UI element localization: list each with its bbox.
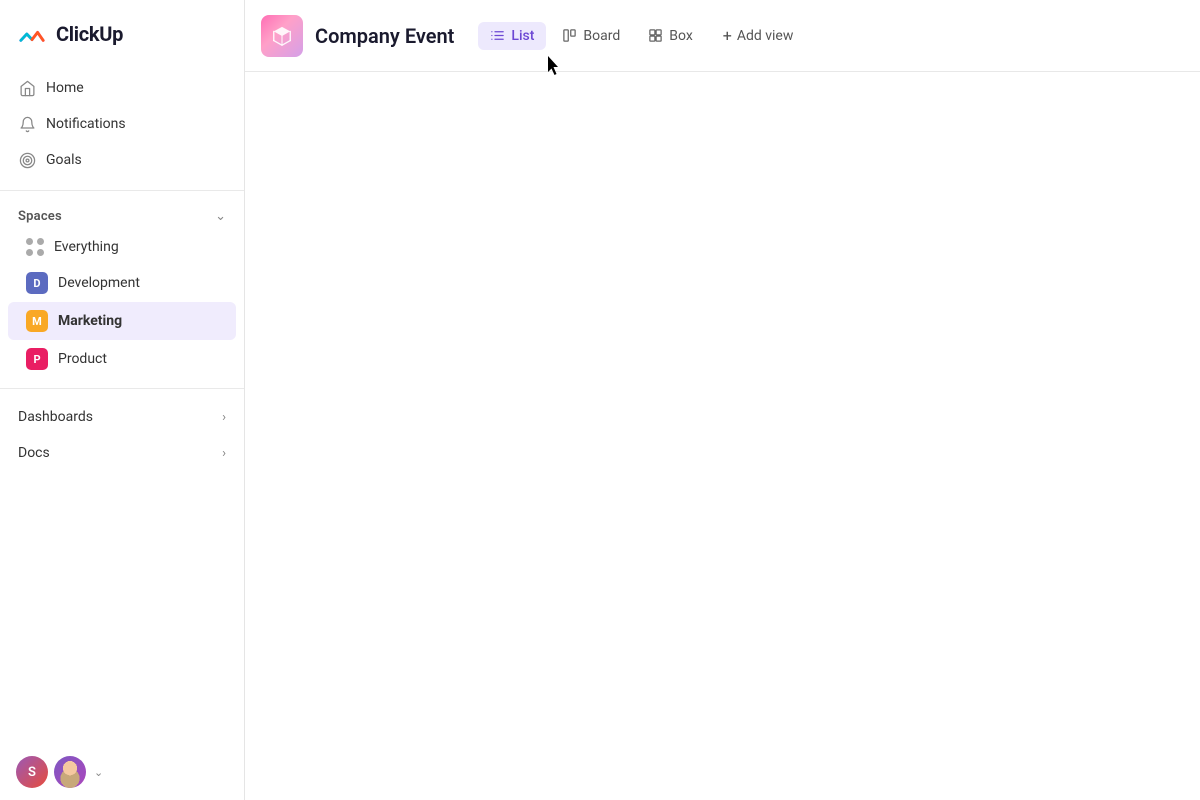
bell-icon (18, 115, 36, 133)
sidebar-divider (0, 190, 244, 191)
tab-board-label: Board (583, 28, 620, 44)
target-icon (18, 151, 36, 169)
user-profile-area[interactable]: S ⌄ (0, 744, 244, 800)
user-avatar-photo (54, 756, 86, 788)
add-view-button[interactable]: + Add view (713, 20, 804, 51)
board-icon (562, 28, 577, 43)
chevron-right-icon: › (222, 410, 226, 425)
marketing-avatar: M (26, 310, 48, 332)
sidebar-item-docs-label: Docs (18, 445, 50, 461)
list-icon (490, 28, 505, 43)
spaces-header[interactable]: Spaces ⌄ (0, 199, 244, 230)
sidebar-item-product-label: Product (58, 351, 107, 367)
cube-icon (271, 25, 293, 47)
content-area (245, 72, 1200, 800)
spaces-label: Spaces (18, 209, 62, 224)
chevron-down-icon: ⌄ (215, 209, 226, 224)
tab-bar: List Board (478, 20, 803, 51)
sidebar-item-marketing-label: Marketing (58, 313, 122, 329)
sidebar-item-notifications-label: Notifications (46, 116, 126, 132)
sidebar-item-goals-label: Goals (46, 152, 82, 168)
sidebar-item-everything-label: Everything (54, 239, 119, 255)
clickup-logo-icon (16, 18, 48, 50)
tab-list-label: List (511, 28, 534, 44)
sidebar-nav: Home Notifications Goals (0, 66, 244, 182)
project-icon (261, 15, 303, 57)
product-avatar: P (26, 348, 48, 370)
chevron-right-icon-docs: › (222, 446, 226, 461)
sidebar-item-dashboards-label: Dashboards (18, 409, 93, 425)
tab-list[interactable]: List (478, 22, 546, 50)
sidebar-item-home[interactable]: Home (8, 70, 236, 106)
main-content: Company Event List (245, 0, 1200, 800)
sidebar-item-home-label: Home (46, 80, 84, 96)
profile-chevron-icon: ⌄ (94, 766, 103, 779)
sidebar-item-everything[interactable]: Everything (8, 230, 236, 264)
logo[interactable]: ClickUp (0, 0, 244, 66)
sidebar-item-notifications[interactable]: Notifications (8, 106, 236, 142)
project-title: Company Event (315, 24, 454, 48)
development-avatar: D (26, 272, 48, 294)
sidebar: ClickUp Home Notifications Goals Spaces … (0, 0, 245, 800)
tab-box[interactable]: Box (636, 22, 705, 50)
tab-box-label: Box (669, 28, 693, 44)
plus-icon: + (723, 26, 732, 45)
home-icon (18, 79, 36, 97)
sidebar-item-dashboards[interactable]: Dashboards › (0, 399, 244, 435)
sidebar-item-development-label: Development (58, 275, 140, 291)
topbar: Company Event List (245, 0, 1200, 72)
sidebar-item-docs[interactable]: Docs › (0, 435, 244, 471)
tab-board[interactable]: Board (550, 22, 632, 50)
sidebar-item-goals[interactable]: Goals (8, 142, 236, 178)
add-view-label: Add view (737, 28, 794, 44)
box-icon (648, 28, 663, 43)
everything-icon (26, 238, 44, 256)
user-avatar-s: S (16, 756, 48, 788)
logo-text: ClickUp (56, 22, 123, 46)
sidebar-item-product[interactable]: P Product (8, 340, 236, 378)
sidebar-item-marketing[interactable]: M Marketing (8, 302, 236, 340)
sidebar-item-development[interactable]: D Development (8, 264, 236, 302)
sidebar-divider-2 (0, 388, 244, 389)
